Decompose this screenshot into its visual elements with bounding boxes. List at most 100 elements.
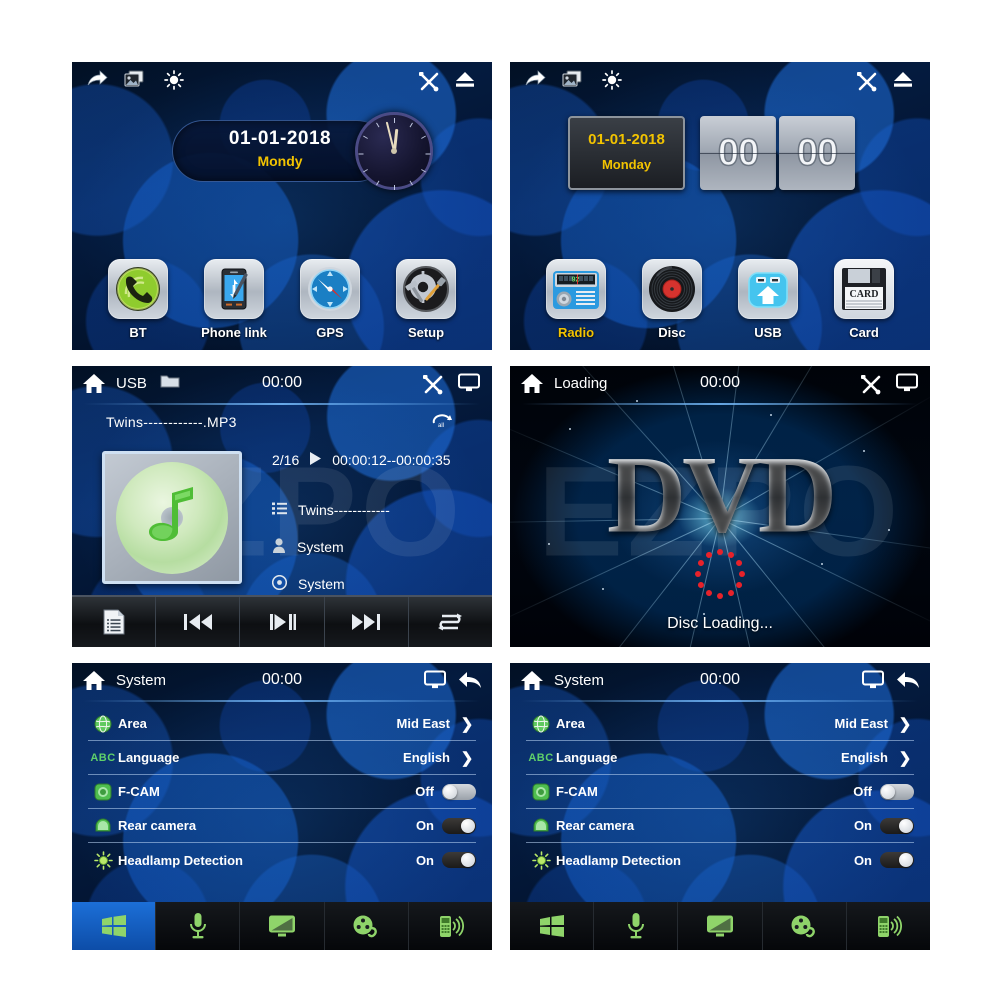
compass-icon <box>300 259 360 319</box>
tab-film-reel[interactable] <box>325 902 409 950</box>
flip-minutes: 00 <box>779 116 855 190</box>
display-icon[interactable] <box>458 373 480 393</box>
rear-camera-toggle[interactable] <box>442 817 476 834</box>
back-arrow-icon[interactable] <box>896 670 920 690</box>
play-pause-button[interactable] <box>240 597 325 647</box>
date-box[interactable]: 01-01-2018 Monday <box>568 116 685 190</box>
header-divider <box>522 700 918 702</box>
share-arrow-icon[interactable] <box>86 70 108 88</box>
app-phone-link[interactable]: Phone link <box>197 259 271 340</box>
globe-icon <box>88 715 118 733</box>
setting-row-language[interactable]: ABC Language English ❯ <box>88 741 476 775</box>
setting-row-area[interactable]: Area Mid East ❯ <box>88 707 476 741</box>
tab-mobile-phone[interactable] <box>409 902 492 950</box>
eject-icon[interactable] <box>454 70 476 88</box>
header-divider <box>522 403 918 405</box>
tools-icon[interactable] <box>856 70 878 92</box>
tools-icon[interactable] <box>418 70 440 92</box>
app-gps[interactable]: GPS <box>293 259 367 340</box>
home1-clock-widget[interactable]: 01-01-2018 Mondy <box>72 108 492 204</box>
home2-clock-widget[interactable]: 01-01-2018 Monday 00 00 <box>510 108 930 204</box>
setting-value: English <box>403 750 450 765</box>
app-bt[interactable]: BT <box>101 259 175 340</box>
tab-film-reel[interactable] <box>763 902 847 950</box>
fcam-toggle[interactable] <box>442 783 476 800</box>
eject-icon[interactable] <box>892 70 914 88</box>
headlamp-toggle[interactable] <box>442 852 476 868</box>
tab-windows[interactable] <box>72 902 157 950</box>
abc-icon: ABC <box>90 751 116 764</box>
hours-text: 00 <box>717 132 760 174</box>
display-icon[interactable] <box>424 670 446 690</box>
tab-microphone[interactable] <box>156 902 241 950</box>
brightness-icon[interactable] <box>164 70 184 90</box>
brightness-icon[interactable] <box>602 70 622 90</box>
list-button[interactable] <box>72 597 157 647</box>
setting-value: English <box>841 750 888 765</box>
chevron-right-icon[interactable]: ❯ <box>458 749 476 767</box>
meta-value: System <box>298 575 345 592</box>
chevron-right-icon[interactable]: ❯ <box>896 749 914 767</box>
setting-row-language[interactable]: ABC Language English ❯ <box>526 741 914 775</box>
setting-row-headlamp[interactable]: Headlamp Detection On <box>88 843 476 877</box>
home2-app-row: 92 Radio Disc USB CARD Card <box>510 236 930 340</box>
radio-icon: 92 <box>546 259 606 319</box>
tab-monitor[interactable] <box>240 902 325 950</box>
track-index: 2/16 <box>272 452 300 468</box>
app-setup[interactable]: Setup <box>389 259 463 340</box>
setting-row-fcam[interactable]: F-CAM Off <box>526 775 914 809</box>
repeat-all-icon[interactable]: all <box>430 412 454 433</box>
home1-toolbar <box>72 62 492 102</box>
panel-home-1: 01-01-2018 Mondy BT Phone link GPS Setup <box>72 62 492 350</box>
system-a-tabbar <box>72 902 492 950</box>
back-arrow-icon[interactable] <box>458 670 482 690</box>
svg-text:CARD: CARD <box>850 289 879 300</box>
photo-gallery-icon[interactable] <box>562 70 584 89</box>
usb-icon <box>738 259 798 319</box>
fcam-toggle[interactable] <box>880 783 914 800</box>
tab-mobile-phone[interactable] <box>847 902 930 950</box>
setting-row-rear-camera[interactable]: Rear camera On <box>526 809 914 843</box>
setting-row-headlamp[interactable]: Headlamp Detection On <box>526 843 914 877</box>
app-label: Phone link <box>201 325 267 340</box>
display-icon[interactable] <box>862 670 884 690</box>
album-art <box>102 451 242 584</box>
app-label: GPS <box>316 325 344 340</box>
display-icon[interactable] <box>896 373 918 393</box>
phone-link-icon <box>204 259 264 319</box>
share-arrow-icon[interactable] <box>524 70 546 88</box>
meta-value: System <box>297 538 344 555</box>
setting-value: Off <box>415 784 434 799</box>
tools-icon[interactable] <box>422 373 444 395</box>
track-metadata: Twins------------ System System <box>271 491 478 602</box>
setting-label: Rear camera <box>118 818 197 833</box>
tab-monitor[interactable] <box>678 902 763 950</box>
app-usb[interactable]: USB <box>731 259 805 340</box>
tools-icon[interactable] <box>860 373 882 395</box>
chevron-right-icon[interactable]: ❯ <box>458 715 476 733</box>
track-filename: Twins------------.MP3 <box>106 414 237 430</box>
setting-row-rear-camera[interactable]: Rear camera On <box>88 809 476 843</box>
tab-microphone[interactable] <box>594 902 679 950</box>
photo-gallery-icon[interactable] <box>124 70 146 89</box>
app-card[interactable]: CARD Card <box>827 259 901 340</box>
play-icon[interactable] <box>308 451 323 469</box>
previous-button[interactable] <box>156 597 241 647</box>
svg-text:92: 92 <box>572 277 580 284</box>
panel-home-2: 01-01-2018 Monday 00 00 92 Radio Disc US… <box>510 62 930 350</box>
repeat-button[interactable] <box>409 597 492 647</box>
setting-value: Mid East <box>834 716 888 731</box>
app-radio[interactable]: 92 Radio <box>539 259 613 340</box>
setting-value: Mid East <box>396 716 450 731</box>
tab-windows[interactable] <box>510 902 595 950</box>
chevron-right-icon[interactable]: ❯ <box>896 715 914 733</box>
app-disc[interactable]: Disc <box>635 259 709 340</box>
rear-camera-toggle[interactable] <box>880 817 914 834</box>
music-note-disc-icon <box>116 461 228 574</box>
setting-row-area[interactable]: Area Mid East ❯ <box>526 707 914 741</box>
next-button[interactable] <box>325 597 409 647</box>
clock-center-cap <box>391 148 397 154</box>
setting-row-fcam[interactable]: F-CAM Off <box>88 775 476 809</box>
dvd-header: Loading 00:00 <box>510 366 930 405</box>
headlamp-toggle[interactable] <box>880 852 914 868</box>
